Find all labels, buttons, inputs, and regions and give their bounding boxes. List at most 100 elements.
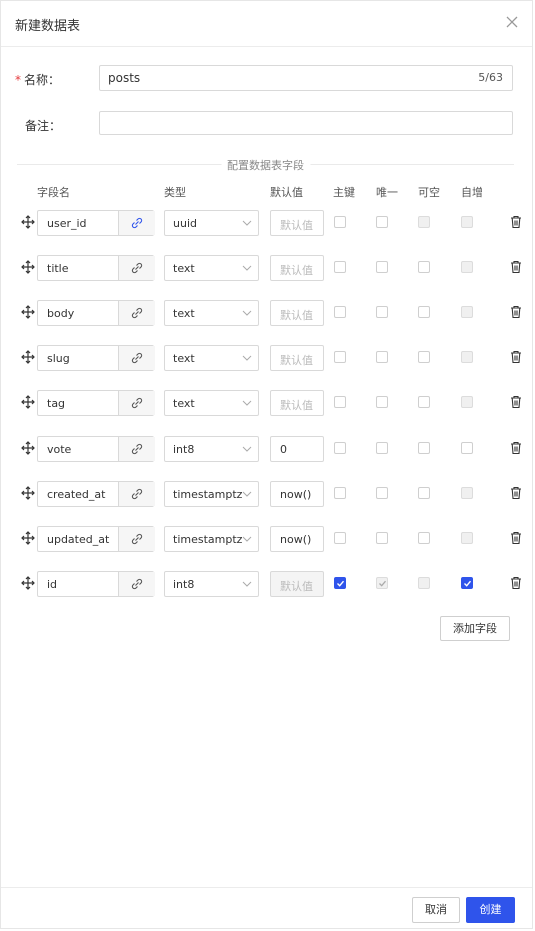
chevron-down-icon [242, 400, 252, 406]
field-type-select[interactable]: int8 [164, 571, 259, 597]
field-link-button[interactable] [118, 391, 155, 415]
field-name-input[interactable]: updated_at [37, 526, 155, 552]
primary-key-checkbox[interactable] [334, 442, 346, 454]
drag-handle-icon[interactable] [21, 215, 35, 229]
nullable-checkbox[interactable] [418, 351, 430, 363]
nullable-checkbox[interactable] [418, 396, 430, 408]
field-type-select[interactable]: uuid [164, 210, 259, 236]
drag-handle-icon[interactable] [21, 395, 35, 409]
trash-icon[interactable] [510, 260, 522, 274]
field-name-input[interactable]: id [37, 571, 155, 597]
field-type-select[interactable]: text [164, 300, 259, 326]
field-default-input[interactable]: 0 [270, 436, 324, 462]
trash-icon[interactable] [510, 350, 522, 364]
primary-key-checkbox[interactable] [334, 577, 346, 589]
nullable-checkbox[interactable] [418, 442, 430, 454]
primary-key-checkbox[interactable] [334, 532, 346, 544]
field-type-select[interactable]: int8 [164, 436, 259, 462]
field-default-input[interactable]: 默认值 [270, 300, 324, 326]
drag-handle-icon[interactable] [21, 350, 35, 364]
primary-key-checkbox[interactable] [334, 487, 346, 499]
add-field-button[interactable]: 添加字段 [440, 616, 510, 641]
field-name-input[interactable]: title [37, 255, 155, 281]
drag-handle-icon[interactable] [21, 441, 35, 455]
nullable-checkbox[interactable] [418, 532, 430, 544]
unique-checkbox[interactable] [376, 306, 388, 318]
nullable-checkbox[interactable] [418, 261, 430, 273]
auto-increment-checkbox [461, 216, 473, 228]
field-type-select[interactable]: timestamptz [164, 481, 259, 507]
check-icon [464, 580, 472, 587]
field-default-input[interactable]: 默认值 [270, 255, 324, 281]
field-row: created_at timestamptz now() [1, 481, 532, 507]
link-icon [131, 217, 143, 229]
unique-checkbox[interactable] [376, 216, 388, 228]
auto-increment-checkbox [461, 396, 473, 408]
remark-input[interactable] [99, 111, 513, 135]
field-link-button[interactable] [118, 301, 155, 325]
unique-checkbox[interactable] [376, 351, 388, 363]
field-name-input[interactable]: created_at [37, 481, 155, 507]
field-link-button[interactable] [118, 482, 155, 506]
field-type-select[interactable]: text [164, 345, 259, 371]
create-button[interactable]: 创建 [466, 897, 515, 923]
unique-checkbox[interactable] [376, 487, 388, 499]
field-default-input[interactable]: now() [270, 481, 324, 507]
trash-icon[interactable] [510, 215, 522, 229]
primary-key-checkbox[interactable] [334, 306, 346, 318]
field-link-button[interactable] [118, 346, 155, 370]
drag-handle-icon[interactable] [21, 305, 35, 319]
primary-key-checkbox[interactable] [334, 216, 346, 228]
field-link-button[interactable] [118, 211, 155, 235]
unique-checkbox[interactable] [376, 261, 388, 273]
table-name-input[interactable]: posts 5/63 [99, 65, 513, 91]
field-link-button[interactable] [118, 256, 155, 280]
trash-icon[interactable] [510, 531, 522, 545]
cancel-button[interactable]: 取消 [412, 897, 460, 923]
primary-key-checkbox[interactable] [334, 396, 346, 408]
field-link-button[interactable] [118, 437, 155, 461]
drag-handle-icon[interactable] [21, 531, 35, 545]
field-link-button[interactable] [118, 527, 155, 551]
drag-handle-icon[interactable] [21, 486, 35, 500]
check-icon [337, 580, 345, 587]
field-default-input[interactable]: now() [270, 526, 324, 552]
field-type-select[interactable]: text [164, 255, 259, 281]
close-icon[interactable] [504, 14, 520, 30]
required-mark: * [15, 73, 21, 87]
remark-label: 备注： [25, 119, 62, 133]
drag-handle-icon[interactable] [21, 260, 35, 274]
drag-handle-icon[interactable] [21, 576, 35, 590]
unique-checkbox[interactable] [376, 442, 388, 454]
dialog-header: 新建数据表 [1, 1, 532, 47]
field-name-value: tag [47, 397, 66, 410]
field-type-select[interactable]: timestamptz [164, 526, 259, 552]
field-name-input[interactable]: slug [37, 345, 155, 371]
primary-key-checkbox[interactable] [334, 261, 346, 273]
field-name-input[interactable]: body [37, 300, 155, 326]
nullable-checkbox[interactable] [418, 306, 430, 318]
auto-increment-checkbox[interactable] [461, 442, 473, 454]
field-type-select[interactable]: text [164, 390, 259, 416]
trash-icon[interactable] [510, 486, 522, 500]
primary-key-checkbox[interactable] [334, 351, 346, 363]
field-link-button[interactable] [118, 572, 155, 596]
field-default-input: 默认值 [270, 571, 324, 597]
trash-icon[interactable] [510, 305, 522, 319]
unique-checkbox[interactable] [376, 396, 388, 408]
nullable-checkbox[interactable] [418, 487, 430, 499]
link-icon [131, 488, 143, 500]
trash-icon[interactable] [510, 576, 522, 590]
trash-icon[interactable] [510, 395, 522, 409]
field-name-input[interactable]: user_id [37, 210, 155, 236]
field-default-input[interactable]: 默认值 [270, 345, 324, 371]
field-name-input[interactable]: vote [37, 436, 155, 462]
field-name-input[interactable]: tag [37, 390, 155, 416]
field-default-input[interactable]: 默认值 [270, 390, 324, 416]
chevron-down-icon [242, 491, 252, 497]
auto-increment-checkbox[interactable] [461, 577, 473, 589]
unique-checkbox[interactable] [376, 532, 388, 544]
trash-icon[interactable] [510, 441, 522, 455]
auto-increment-checkbox [461, 306, 473, 318]
field-default-input[interactable]: 默认值 [270, 210, 324, 236]
